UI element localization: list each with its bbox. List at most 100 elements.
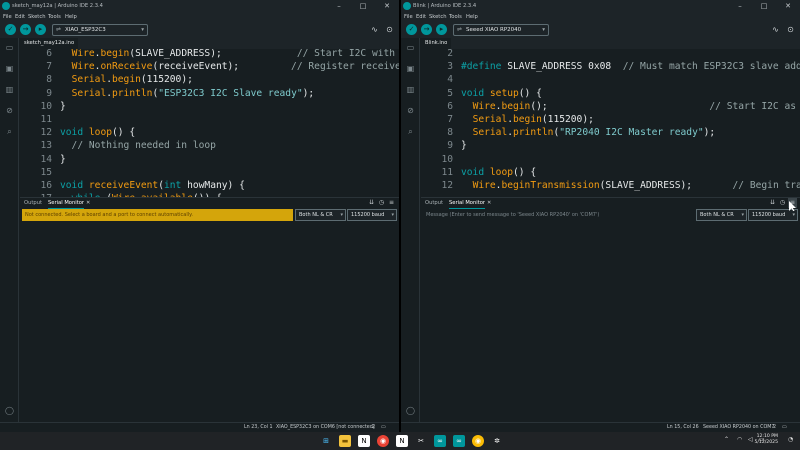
- file-explorer-icon[interactable]: ▬: [339, 435, 351, 447]
- status-bar: Ln 15, Col 26 Seeed XIAO RP2040 on COM7 …: [401, 422, 800, 432]
- menu-help[interactable]: Help: [65, 12, 77, 22]
- toggle-autoscroll-icon[interactable]: ⇊: [768, 198, 777, 208]
- code-token: }: [60, 153, 66, 165]
- close-button[interactable]: ✕: [375, 0, 399, 12]
- minimize-button[interactable]: –: [728, 0, 752, 12]
- menu-edit[interactable]: Edit: [15, 12, 25, 22]
- tray-chevron-icon[interactable]: ⌃: [724, 436, 729, 443]
- file-tabs: sketch_may12a.ino: [20, 38, 399, 49]
- debug-button[interactable]: ▸: [436, 24, 447, 35]
- board-selector-label: XIAO_ESP32C3: [65, 27, 106, 33]
- tab-serial-monitor[interactable]: Serial Monitor: [48, 198, 85, 209]
- serial-monitor-icon[interactable]: ⊙: [785, 25, 796, 35]
- board-selector[interactable]: ⇌ XIAO_ESP32C3 ▾: [52, 24, 148, 36]
- close-tab-icon[interactable]: ✕: [86, 198, 90, 208]
- sketchbook-icon[interactable]: ▭: [4, 42, 15, 53]
- baud-rate-value: 115200 baud: [351, 212, 385, 218]
- serial-monitor-icon[interactable]: ⊙: [384, 25, 395, 35]
- chatgpt-icon[interactable]: ✲: [491, 435, 503, 447]
- menu-help[interactable]: Help: [466, 12, 478, 22]
- maximize-button[interactable]: □: [752, 0, 776, 12]
- arduino-icon[interactable]: ∞: [434, 435, 446, 447]
- notion-icon[interactable]: N: [358, 435, 370, 447]
- boards-manager-icon[interactable]: ▣: [405, 63, 416, 74]
- volume-icon[interactable]: ◁: [748, 436, 753, 443]
- serial-plotter-icon[interactable]: ∿: [770, 25, 781, 35]
- windows-start-icon[interactable]: ⊞: [320, 435, 332, 447]
- search-icon[interactable]: ⌕: [405, 126, 416, 137]
- code-text: Wire.beginTransmission(SLAVE_ADDRESS); /…: [461, 179, 800, 192]
- menu-edit[interactable]: Edit: [416, 12, 426, 22]
- title-bar[interactable]: Blink | Arduino IDE 2.3.4 – □ ✕: [401, 0, 800, 12]
- serial-message-input[interactable]: Message (Enter to send message to 'Seeed…: [423, 209, 694, 221]
- code-token: begin: [112, 74, 141, 86]
- code-token: (115200);: [541, 114, 594, 125]
- toolbar: ✓ → ▸ ⇌ Seeed XIAO RP2040 ▾ ∿ ⊙: [401, 22, 800, 38]
- menu-file[interactable]: File: [3, 12, 12, 22]
- code-token: begin: [513, 114, 542, 125]
- activity-bar: ▭ ▣ ▥ ⊘ ⌕ ◯: [0, 38, 19, 422]
- board-port-status[interactable]: Seeed XIAO RP2040 on COM7: [703, 423, 774, 432]
- debug-button[interactable]: ▸: [35, 24, 46, 35]
- profile-icon[interactable]: ◯: [4, 405, 15, 416]
- debug-icon[interactable]: ⊘: [405, 105, 416, 116]
- tab-serial-monitor[interactable]: Serial Monitor: [449, 198, 486, 209]
- arduino-icon[interactable]: ∞: [453, 435, 465, 447]
- code-text: Serial.begin(115200);: [60, 73, 193, 86]
- system-clock[interactable]: 12:10 PM 5/12/2025: [754, 434, 778, 446]
- tab-output[interactable]: Output: [24, 198, 42, 208]
- debug-icon[interactable]: ⊘: [4, 105, 15, 116]
- chrome-icon[interactable]: ◉: [377, 435, 389, 447]
- capcut-icon[interactable]: ✂: [415, 435, 427, 447]
- line-ending-select[interactable]: Both NL & CR ▾: [696, 209, 747, 221]
- file-tab[interactable]: Blink.ino: [421, 38, 452, 49]
- baud-rate-select[interactable]: 115200 baud ▾: [748, 209, 798, 221]
- file-tab[interactable]: sketch_may12a.ino: [20, 38, 79, 49]
- notifications-bell-icon[interactable]: ◔: [788, 436, 793, 443]
- library-manager-icon[interactable]: ▥: [405, 84, 416, 95]
- board-selector[interactable]: ⇌ Seeed XIAO RP2040 ▾: [453, 24, 549, 36]
- toggle-timestamp-icon[interactable]: ◷: [377, 198, 386, 208]
- title-bar[interactable]: sketch_may12a | Arduino IDE 2.3.4 – □ ✕: [0, 0, 399, 12]
- serial-plotter-icon[interactable]: ∿: [369, 25, 380, 35]
- upload-button[interactable]: →: [20, 24, 31, 35]
- profile-icon[interactable]: ◯: [405, 405, 416, 416]
- notification-count[interactable]: 2: [372, 423, 375, 432]
- sketchbook-icon[interactable]: ▭: [405, 42, 416, 53]
- boards-manager-icon[interactable]: ▣: [4, 63, 15, 74]
- clear-output-icon[interactable]: ≡: [387, 198, 396, 208]
- code-editor[interactable]: 6 Wire.begin(SLAVE_ADDRESS); // Start I2…: [20, 49, 399, 197]
- code-token: Serial: [71, 74, 107, 86]
- notion-icon[interactable]: N: [396, 435, 408, 447]
- code-token: begin: [501, 100, 531, 112]
- notifications-icon[interactable]: ▭: [381, 423, 386, 432]
- wifi-icon[interactable]: ◠: [737, 436, 742, 443]
- baud-rate-select[interactable]: 115200 baud ▾: [347, 209, 397, 221]
- chrome-icon[interactable]: ◉: [472, 435, 484, 447]
- maximize-button[interactable]: □: [351, 0, 375, 12]
- menu-tools[interactable]: Tools: [449, 12, 462, 22]
- menu-sketch[interactable]: Sketch: [429, 12, 446, 22]
- verify-button[interactable]: ✓: [406, 24, 417, 35]
- baud-rate-value: 115200 baud: [752, 212, 786, 218]
- menu-file[interactable]: File: [404, 12, 413, 22]
- notifications-icon[interactable]: ▭: [782, 423, 787, 432]
- notification-count[interactable]: 2: [773, 423, 776, 432]
- close-button[interactable]: ✕: [776, 0, 800, 12]
- menu-tools[interactable]: Tools: [48, 12, 61, 22]
- line-ending-select[interactable]: Both NL & CR ▾: [295, 209, 346, 221]
- search-icon[interactable]: ⌕: [4, 126, 15, 137]
- toggle-timestamp-icon[interactable]: ◷: [778, 198, 787, 208]
- minimize-button[interactable]: –: [327, 0, 351, 12]
- tab-output[interactable]: Output: [425, 198, 443, 208]
- menu-sketch[interactable]: Sketch: [28, 12, 45, 22]
- verify-button[interactable]: ✓: [5, 24, 16, 35]
- board-port-status[interactable]: XIAO_ESP32C3 on COM6 [not connected]: [276, 423, 375, 432]
- code-token: // Begin transmissi: [732, 180, 800, 191]
- toggle-autoscroll-icon[interactable]: ⇊: [367, 198, 376, 208]
- upload-button[interactable]: →: [421, 24, 432, 35]
- library-manager-icon[interactable]: ▥: [4, 84, 15, 95]
- code-editor[interactable]: 2 3 #define SLAVE_ADDRESS 0x08 // Must mat…: [421, 49, 800, 197]
- close-tab-icon[interactable]: ✕: [487, 198, 491, 208]
- line-number: 15: [40, 166, 52, 178]
